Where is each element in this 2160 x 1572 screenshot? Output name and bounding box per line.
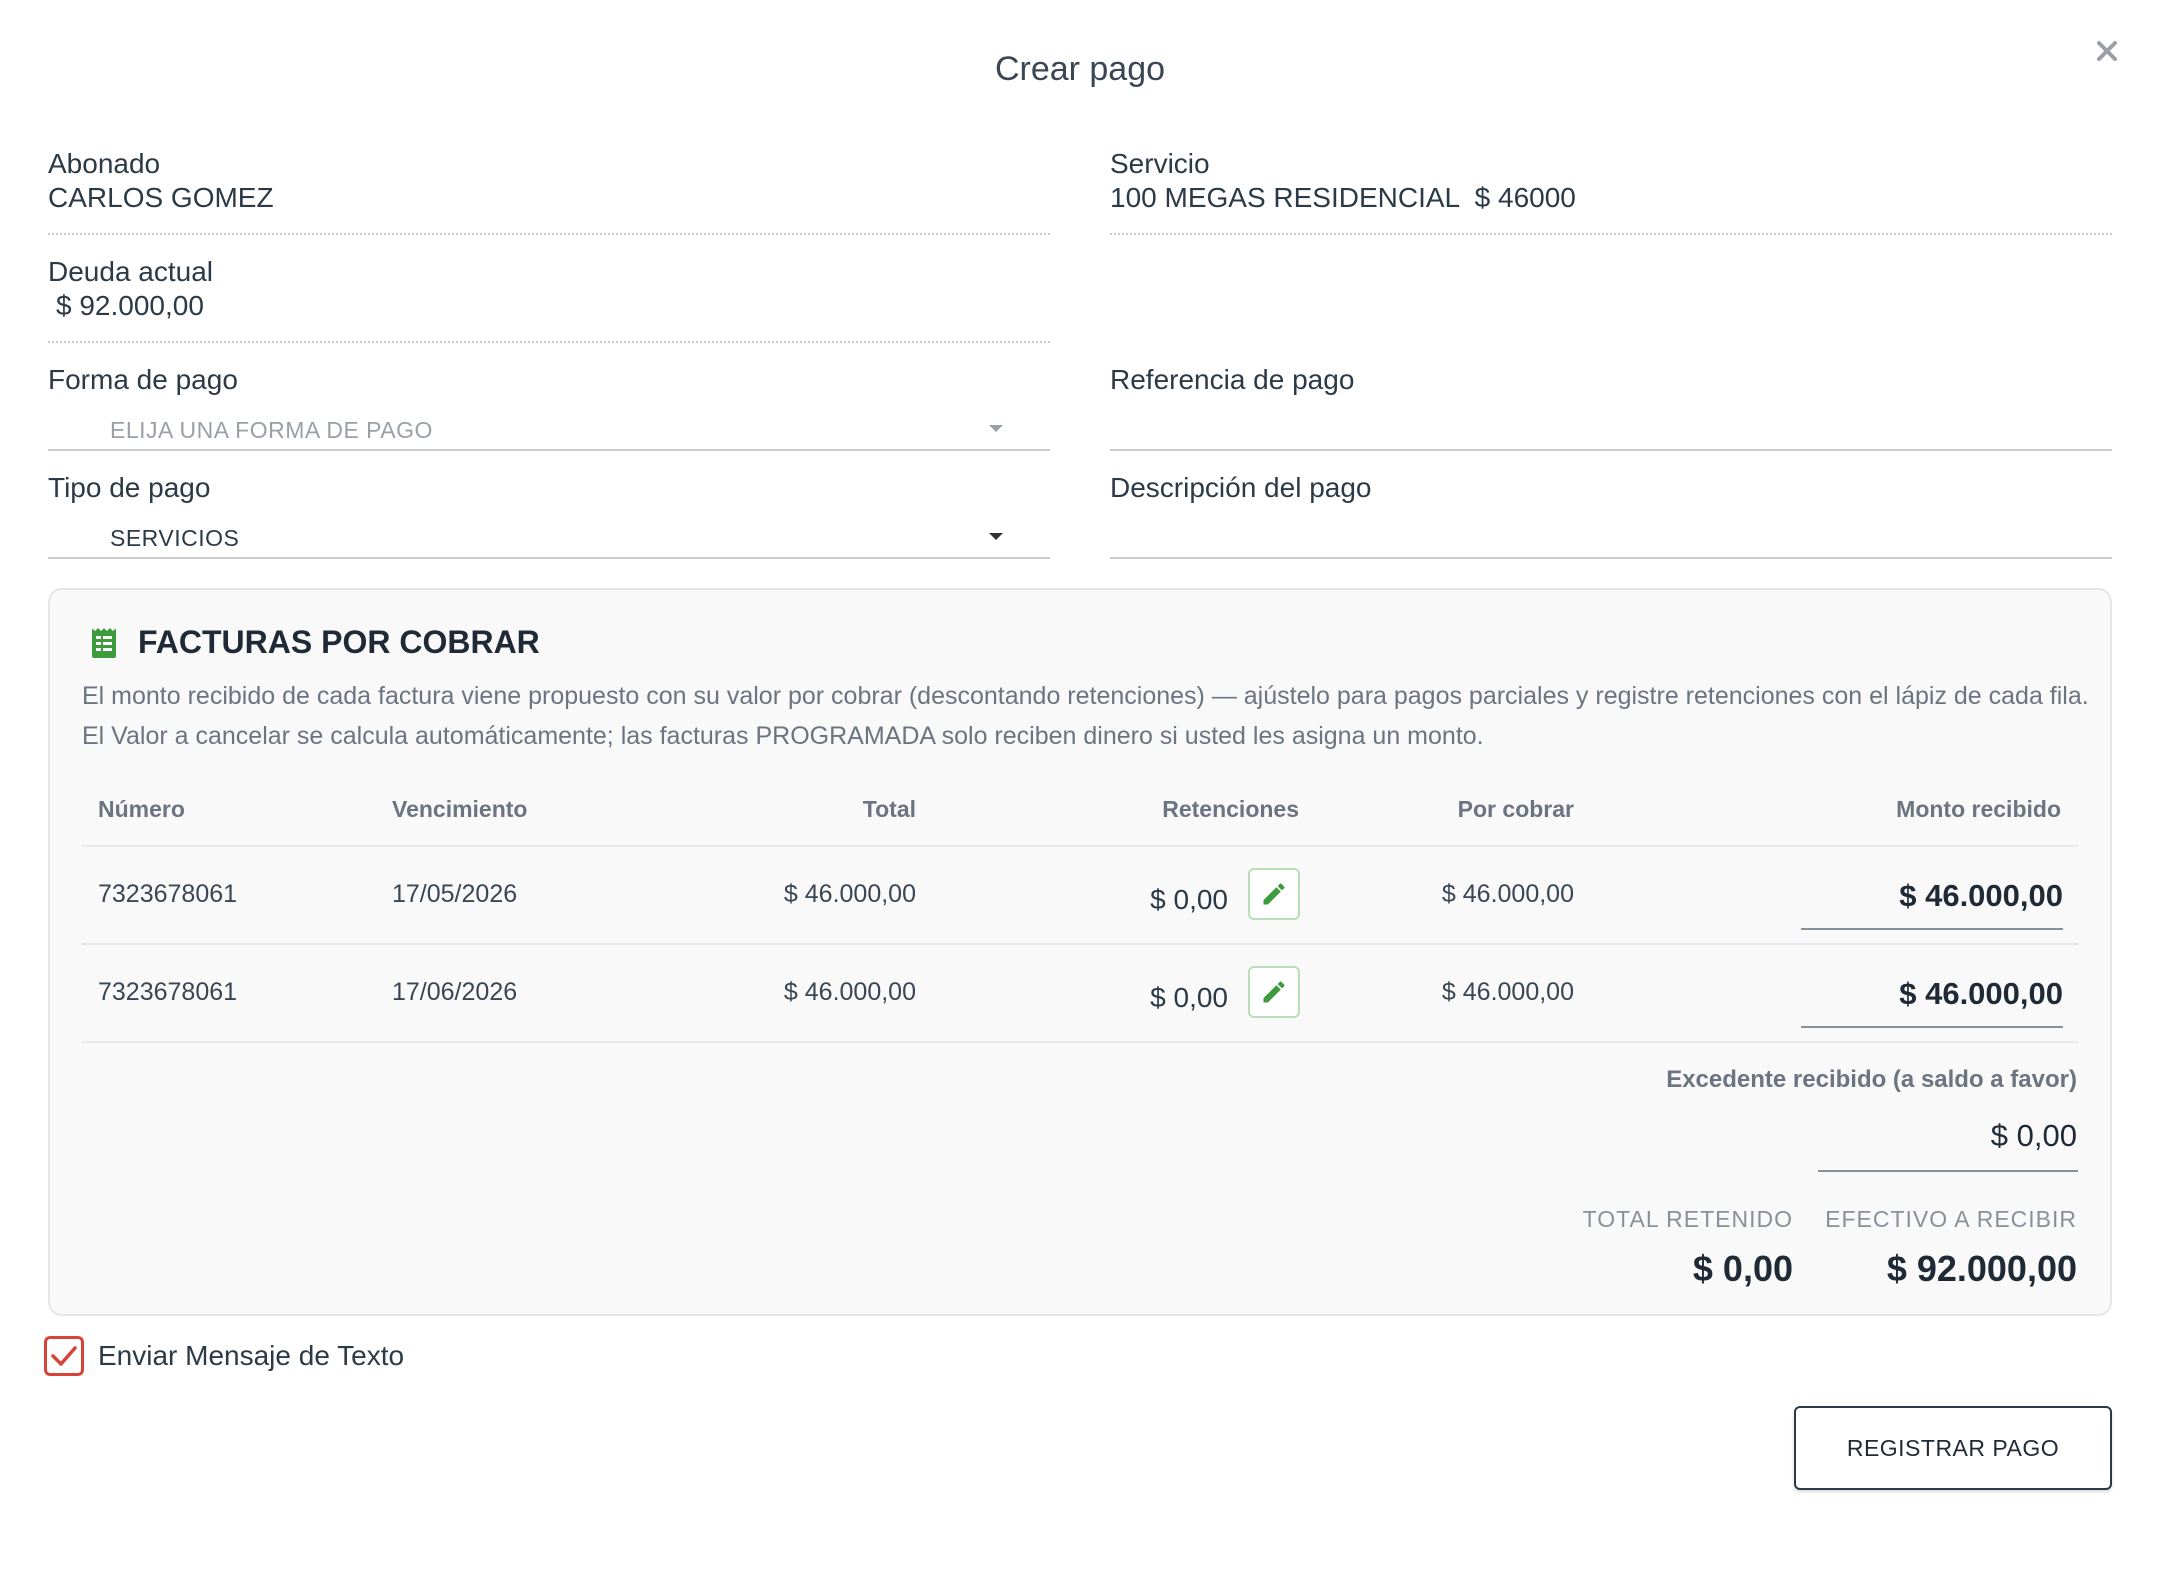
deuda-field: Deuda actual $ 92.000,00: [48, 255, 1050, 343]
edit-retenciones-button[interactable]: [1248, 966, 1300, 1018]
tipo-pago-value: SERVICIOS: [110, 525, 240, 551]
descripcion-input[interactable]: [1110, 513, 2112, 557]
row-numero: 7323678061: [98, 880, 238, 908]
forma-pago-underline: [48, 449, 1050, 451]
row-total: $ 46.000,00: [783, 978, 916, 1006]
table-header-divider: [82, 845, 2078, 847]
deuda-underline: [48, 341, 1050, 343]
col-header-monto-recibido: Monto recibido: [1896, 796, 2061, 822]
servicio-field: Servicio 100 MEGAS RESIDENCIAL $ 46000: [1110, 147, 2112, 235]
row-retenciones: $ 0,00: [1150, 982, 1228, 1013]
col-header-numero: Número: [98, 796, 185, 822]
facturas-title-text: FACTURAS POR COBRAR: [138, 624, 540, 660]
modal-title: Crear pago: [994, 50, 1166, 88]
facturas-description: El monto recibido de cada factura viene …: [82, 682, 2089, 750]
efectivo-value: $ 92.000,00: [1886, 1248, 2077, 1289]
servicio-underline: [1110, 233, 2112, 235]
tipo-pago-underline: [48, 557, 1050, 559]
forma-pago-select[interactable]: ELIJA UNA FORMA DE PAGO: [48, 405, 1050, 449]
pencil-icon: [1263, 981, 1285, 1003]
caret-down-icon: [989, 533, 1003, 540]
referencia-input[interactable]: [1110, 405, 2112, 449]
row-por-cobrar: $ 46.000,00: [1441, 978, 1574, 1006]
tipo-pago-label: Tipo de pago: [48, 472, 211, 503]
monto-recibido-input[interactable]: $ 46.000,00: [1801, 976, 2063, 1012]
deuda-label: Deuda actual: [48, 256, 214, 287]
abonado-label: Abonado: [48, 148, 161, 179]
facturas-title: FACTURAS POR COBRAR: [88, 624, 540, 661]
row-divider: [82, 1041, 2078, 1043]
col-header-retenciones: Retenciones: [1162, 796, 1299, 822]
referencia-label: Referencia de pago: [1110, 364, 1355, 395]
abonado-field: Abonado CARLOS GOMEZ: [48, 147, 1050, 235]
receipt-icon: [92, 627, 116, 658]
row-por-cobrar: $ 46.000,00: [1441, 880, 1574, 908]
col-header-total: Total: [862, 796, 916, 822]
row-numero: 7323678061: [98, 978, 238, 1006]
total-retenido-value: $ 0,00: [1692, 1248, 1793, 1289]
servicio-label: Servicio: [1110, 148, 1210, 179]
row-retenciones: $ 0,00: [1150, 884, 1228, 915]
descripcion-label: Descripción del pago: [1110, 472, 1372, 503]
row-divider: [82, 943, 2078, 945]
referencia-underline: [1110, 449, 2112, 451]
caret-down-icon: [989, 425, 1003, 432]
monto-recibido-underline: [1801, 928, 2063, 930]
sms-checkbox[interactable]: [44, 1336, 84, 1376]
abonado-underline: [48, 233, 1050, 235]
abonado-value: CARLOS GOMEZ: [48, 182, 274, 213]
excedente-label: Excedente recibido (a saldo a favor): [1666, 1066, 2077, 1093]
monto-recibido-input[interactable]: $ 46.000,00: [1801, 878, 2063, 914]
row-vencimiento: 17/05/2026: [392, 880, 518, 908]
total-retenido-label: TOTAL RETENIDO: [1582, 1206, 1793, 1232]
col-header-por-cobrar: Por cobrar: [1457, 796, 1574, 822]
registrar-pago-button[interactable]: REGISTRAR PAGO: [1794, 1406, 2112, 1490]
col-header-vencimiento: Vencimiento: [392, 796, 528, 822]
monto-recibido-underline: [1801, 1026, 2063, 1028]
servicio-value: 100 MEGAS RESIDENCIAL $ 46000: [1110, 182, 1576, 213]
edit-retenciones-button[interactable]: [1248, 868, 1300, 920]
forma-pago-placeholder: ELIJA UNA FORMA DE PAGO: [110, 417, 433, 443]
row-vencimiento: 17/06/2026: [392, 978, 518, 1006]
pencil-icon: [1263, 883, 1285, 905]
forma-pago-label: Forma de pago: [48, 364, 238, 395]
deuda-value: $ 92.000,00: [56, 290, 204, 321]
excedente-underline: [1818, 1170, 2078, 1172]
row-total: $ 46.000,00: [783, 880, 916, 908]
sms-label: Enviar Mensaje de Texto: [98, 1340, 405, 1371]
tipo-pago-select[interactable]: SERVICIOS: [48, 513, 1050, 557]
check-icon: [51, 1346, 77, 1366]
efectivo-label: EFECTIVO A RECIBIR: [1825, 1206, 2077, 1232]
descripcion-underline: [1110, 557, 2112, 559]
excedente-input[interactable]: $ 0,00: [1991, 1118, 2077, 1154]
